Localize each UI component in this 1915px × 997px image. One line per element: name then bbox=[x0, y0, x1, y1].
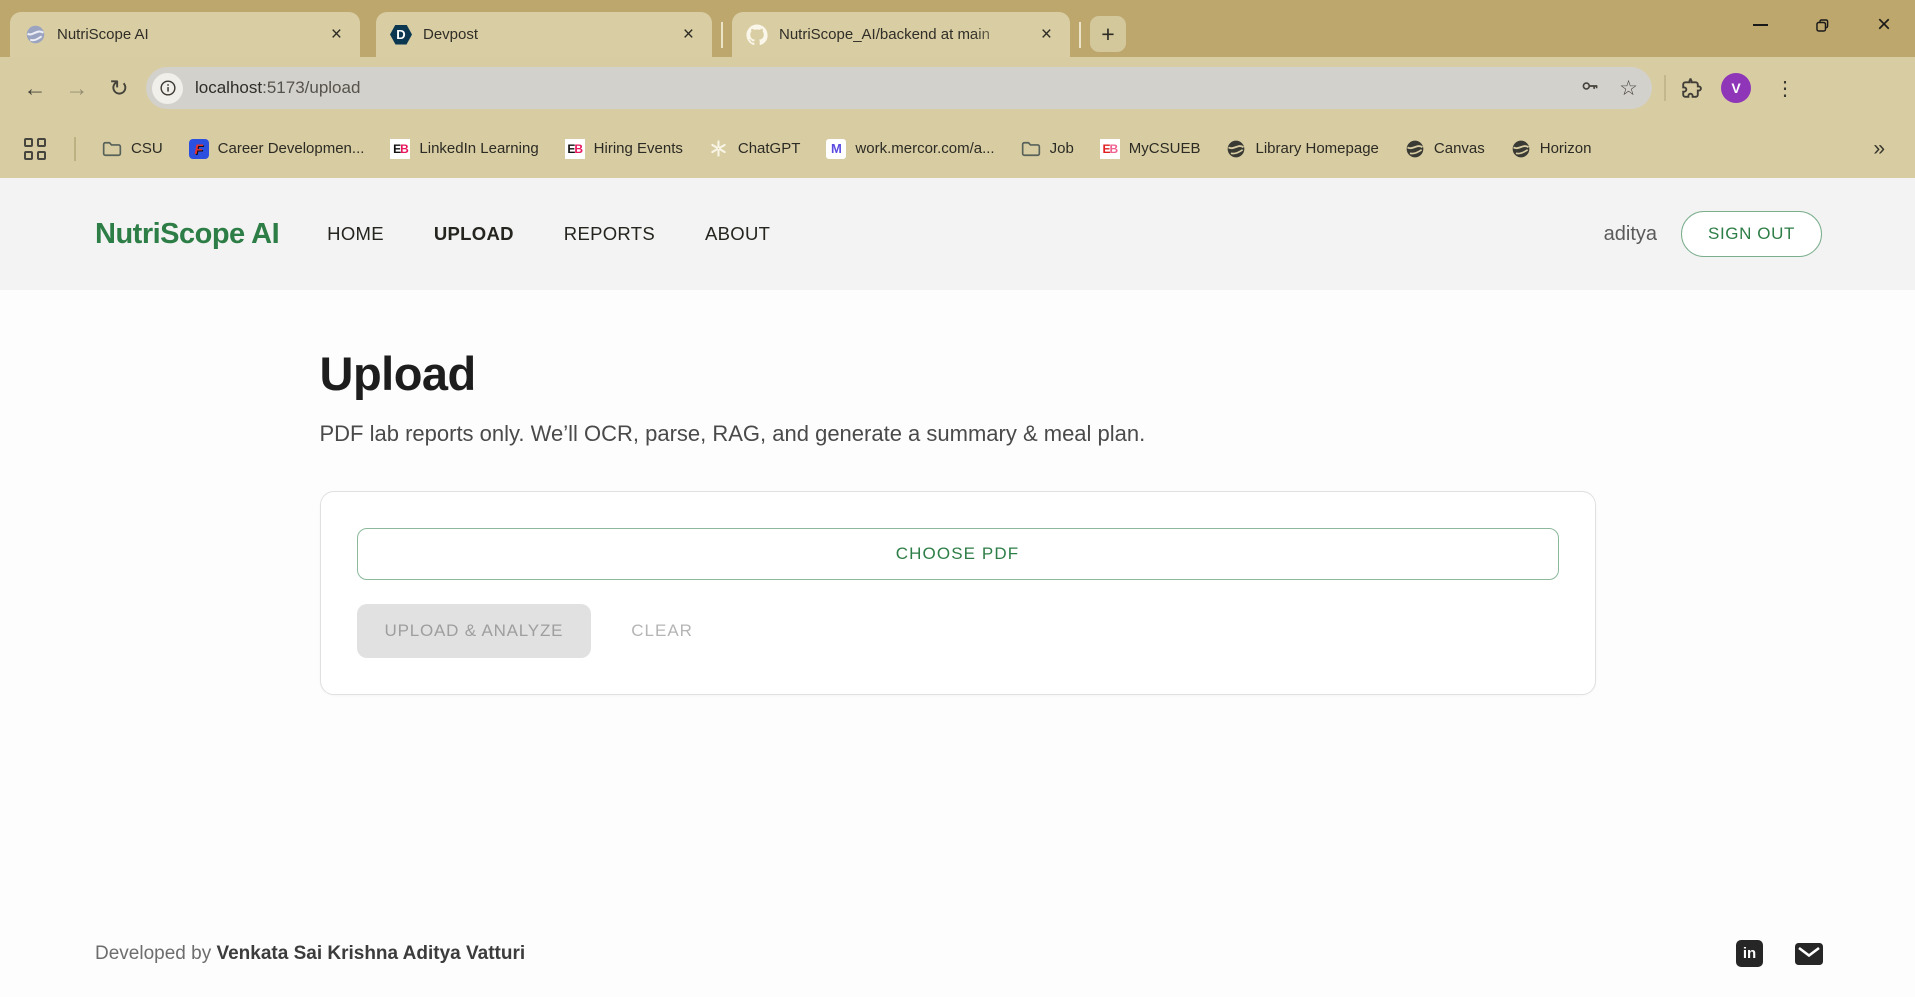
tab-title: NutriScope_AI/backend at main bbox=[779, 26, 990, 43]
bookmarks-bar: CSU F Career Developmen... EB LinkedIn L… bbox=[0, 119, 1915, 178]
bookmark-chatgpt[interactable]: ChatGPT bbox=[709, 139, 800, 159]
folder-icon bbox=[102, 139, 122, 159]
bookmark-career-development[interactable]: F Career Developmen... bbox=[188, 138, 364, 159]
bookmark-library-homepage[interactable]: Library Homepage bbox=[1226, 139, 1379, 159]
toolbar-divider bbox=[1664, 75, 1666, 101]
career-favicon: F bbox=[188, 138, 209, 159]
globe-icon bbox=[1511, 139, 1531, 159]
site-info-icon[interactable] bbox=[152, 72, 183, 104]
browser-menu-icon[interactable]: ⋮ bbox=[1769, 76, 1801, 101]
minimize-icon bbox=[1752, 24, 1768, 26]
url-path: :5173/upload bbox=[262, 78, 361, 97]
tab-nutriscope[interactable]: NutriScope AI × bbox=[10, 12, 360, 57]
devpost-favicon: D bbox=[390, 24, 412, 46]
bookmark-hiring-events[interactable]: EB Hiring Events bbox=[564, 138, 683, 159]
globe-favicon bbox=[24, 24, 46, 46]
footer-icons: in bbox=[1736, 940, 1823, 967]
bookmarks-overflow-chevron[interactable]: » bbox=[1873, 137, 1899, 161]
site-header: NutriScope AI HOME UPLOAD REPORTS ABOUT … bbox=[0, 178, 1915, 290]
tab-separator bbox=[721, 22, 723, 48]
eb-favicon: EB bbox=[1099, 138, 1120, 159]
bookmark-csu[interactable]: CSU bbox=[102, 139, 163, 159]
card-actions-row: UPLOAD & ANALYZE CLEAR bbox=[356, 604, 1559, 658]
site-nav: HOME UPLOAD REPORTS ABOUT bbox=[327, 223, 770, 245]
email-icon[interactable] bbox=[1795, 942, 1823, 965]
restore-icon bbox=[1815, 18, 1828, 32]
bookmark-mycsueb[interactable]: EB MyCSUEB bbox=[1099, 138, 1200, 159]
url-text[interactable]: localhost:5173/upload bbox=[195, 78, 1579, 98]
username: aditya bbox=[1603, 222, 1658, 245]
page-description: PDF lab reports only. We’ll OCR, parse, … bbox=[319, 421, 1146, 446]
chatgpt-favicon bbox=[709, 139, 729, 159]
globe-icon bbox=[1405, 139, 1425, 159]
tab-strip: NutriScope AI × D Devpost × NutriScope_A… bbox=[0, 0, 1915, 57]
nav-reports[interactable]: REPORTS bbox=[564, 223, 655, 245]
tab-github[interactable]: NutriScope_AI/backend at main × bbox=[732, 12, 1070, 57]
github-favicon bbox=[746, 23, 768, 46]
bookmark-job[interactable]: Job bbox=[1021, 139, 1074, 159]
footer-author-name: Venkata Sai Krishna Aditya Vatturi bbox=[216, 942, 526, 964]
footer-credit: Developed by Venkata Sai Krishna Aditya … bbox=[95, 942, 526, 964]
site-logo[interactable]: NutriScope AI bbox=[95, 218, 280, 251]
tab-devpost[interactable]: D Devpost × bbox=[376, 12, 712, 57]
upload-analyze-button[interactable]: UPLOAD & ANALYZE bbox=[356, 604, 592, 658]
linkedin-icon[interactable]: in bbox=[1736, 940, 1763, 967]
close-icon[interactable]: × bbox=[1037, 23, 1056, 46]
forward-button[interactable]: → bbox=[56, 67, 98, 109]
tab-title: NutriScope AI bbox=[57, 26, 149, 43]
back-button[interactable]: ← bbox=[14, 67, 56, 109]
url-host: localhost bbox=[195, 78, 263, 97]
choose-pdf-button[interactable]: CHOOSE PDF bbox=[356, 528, 1559, 580]
eb-favicon: EB bbox=[390, 138, 411, 159]
nav-home[interactable]: HOME bbox=[327, 223, 384, 245]
tab-separator bbox=[1079, 22, 1081, 48]
password-key-icon[interactable] bbox=[1579, 75, 1601, 102]
bookmark-star-icon[interactable]: ☆ bbox=[1619, 78, 1638, 99]
eb-favicon: EB bbox=[564, 138, 585, 159]
bookmarks-divider bbox=[74, 136, 76, 161]
bookmark-mercor[interactable]: M work.mercor.com/a... bbox=[826, 138, 995, 159]
clear-button[interactable]: CLEAR bbox=[631, 621, 693, 641]
window-controls: × bbox=[1729, 0, 1915, 50]
minimize-button[interactable] bbox=[1729, 0, 1791, 50]
reload-button[interactable]: ↻ bbox=[98, 67, 140, 109]
bookmark-linkedin-learning[interactable]: EB LinkedIn Learning bbox=[390, 138, 539, 159]
user-area: aditya SIGN OUT bbox=[1604, 211, 1822, 257]
folder-icon bbox=[1021, 139, 1041, 159]
bookmark-canvas[interactable]: Canvas bbox=[1405, 139, 1485, 159]
close-icon[interactable]: × bbox=[679, 23, 698, 46]
apps-grid-icon[interactable] bbox=[24, 137, 46, 160]
browser-window: NutriScope AI × D Devpost × NutriScope_A… bbox=[0, 0, 1915, 997]
address-bar[interactable]: localhost:5173/upload ☆ bbox=[146, 67, 1652, 109]
web-page: NutriScope AI HOME UPLOAD REPORTS ABOUT … bbox=[0, 178, 1915, 997]
restore-button[interactable] bbox=[1791, 0, 1853, 50]
extensions-puzzle-icon[interactable] bbox=[1678, 76, 1703, 101]
main-content: Upload PDF lab reports only. We’ll OCR, … bbox=[319, 290, 1596, 695]
site-footer: Developed by Venkata Sai Krishna Aditya … bbox=[0, 940, 1915, 997]
sign-out-button[interactable]: SIGN OUT bbox=[1681, 211, 1822, 257]
bookmark-horizon[interactable]: Horizon bbox=[1511, 139, 1591, 159]
new-tab-button[interactable]: + bbox=[1090, 16, 1126, 52]
globe-icon bbox=[1226, 139, 1246, 159]
profile-avatar[interactable]: V bbox=[1721, 73, 1751, 103]
nav-about[interactable]: ABOUT bbox=[705, 223, 770, 245]
upload-card: CHOOSE PDF UPLOAD & ANALYZE CLEAR bbox=[319, 491, 1596, 695]
page-title: Upload bbox=[319, 347, 477, 400]
close-icon[interactable]: × bbox=[327, 23, 346, 46]
mercor-favicon: M bbox=[826, 138, 847, 159]
close-window-button[interactable]: × bbox=[1853, 0, 1915, 50]
nav-upload[interactable]: UPLOAD bbox=[434, 223, 514, 245]
tab-title: Devpost bbox=[423, 26, 479, 43]
browser-toolbar: ← → ↻ localhost:5173/upload ☆ V ⋮ bbox=[0, 57, 1915, 119]
